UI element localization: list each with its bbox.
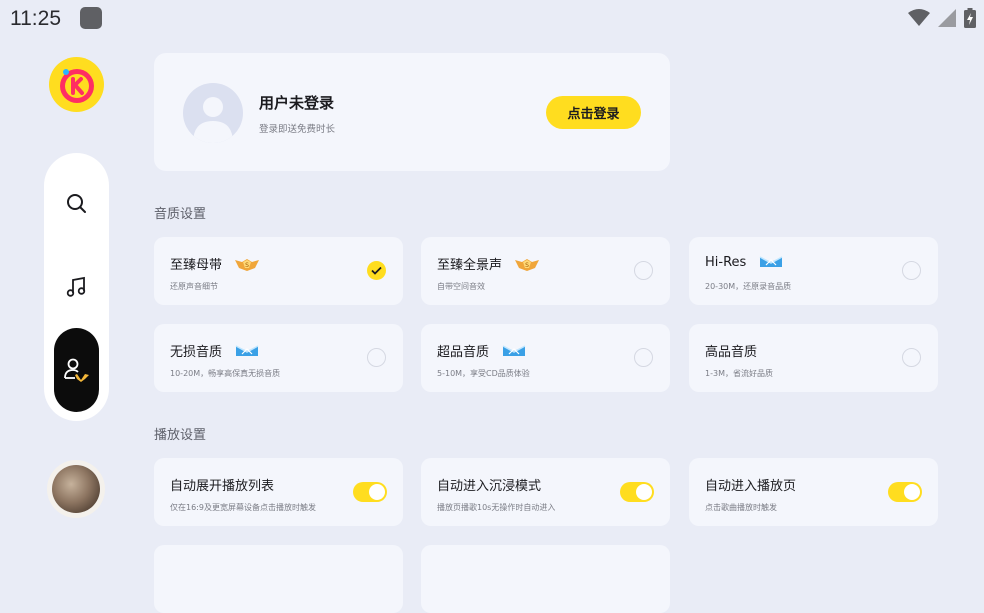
- toggle-knob: [369, 484, 385, 500]
- quality-option-desc: 10-20M，畅享高保真无损音质: [170, 369, 281, 378]
- app-logo[interactable]: [49, 57, 104, 112]
- quality-option-desc: 5-10M，享受CD品质体验: [437, 369, 530, 378]
- kugou-logo-icon: [59, 68, 94, 103]
- quality-option-name: Hi-Res: [705, 254, 747, 270]
- quality-option-desc: 自带空间音效: [437, 282, 485, 291]
- album-cover: [52, 465, 100, 513]
- vip-gold-badge-icon: S: [234, 256, 260, 272]
- quality-option-card[interactable]: 至臻全景声 S 自带空间音效: [421, 237, 670, 305]
- playback-option-desc: 仅在16:9及更宽屏幕设备点击播放时触发: [170, 503, 316, 512]
- user-name: 用户未登录: [259, 94, 335, 112]
- user-avatar[interactable]: [183, 83, 243, 143]
- toggle-switch[interactable]: [888, 482, 922, 502]
- toggle-switch[interactable]: [353, 482, 387, 502]
- option-card-partial[interactable]: [421, 545, 670, 613]
- profile-vip-icon: [63, 358, 89, 382]
- toggle-knob: [636, 484, 652, 500]
- playback-option-desc: 播放页播歌10s无操作时自动进入: [437, 503, 556, 512]
- login-button[interactable]: 点击登录: [546, 96, 641, 129]
- playback-option-name: 自动展开播放列表: [170, 479, 275, 494]
- quality-option-card[interactable]: 无损音质 10-20M，畅享高保真无损音质: [154, 324, 403, 392]
- quality-section-title: 音质设置: [154, 207, 207, 222]
- nav-music-button[interactable]: [54, 264, 99, 309]
- quality-option-desc: 20-30M，还原录音品质: [705, 282, 792, 291]
- quality-option-title-row: Hi-Res: [705, 254, 784, 270]
- vip-blue-badge-icon: [234, 343, 260, 359]
- status-time: 11:25: [10, 7, 61, 30]
- quality-option-name: 至臻母带: [170, 258, 223, 273]
- svg-text:S: S: [245, 262, 249, 269]
- toggle-knob: [904, 484, 920, 500]
- quality-option-desc: 1-3M，省流好品质: [705, 369, 773, 378]
- playback-option-card: 自动进入沉浸模式播放页播歌10s无操作时自动进入: [421, 458, 670, 526]
- svg-text:S: S: [525, 262, 529, 269]
- nav-rail: [44, 153, 109, 421]
- vip-blue-badge-icon: [758, 254, 784, 270]
- quality-option-title-row: 至臻母带 S: [170, 254, 260, 273]
- search-icon: [66, 193, 86, 213]
- playback-option-card: 自动展开播放列表仅在16:9及更宽屏幕设备点击播放时触发: [154, 458, 403, 526]
- signal-icon: [938, 9, 956, 27]
- radio-checked[interactable]: [367, 261, 386, 280]
- vip-gold-badge-icon: S: [514, 256, 540, 272]
- app-notification-icon: [80, 7, 102, 29]
- quality-option-desc: 还原声音细节: [170, 282, 218, 291]
- quality-option-card[interactable]: Hi-Res 20-30M，还原录音品质: [689, 237, 938, 305]
- quality-option-card[interactable]: 超品音质 5-10M，享受CD品质体验: [421, 324, 670, 392]
- vip-blue-badge-icon: [501, 343, 527, 359]
- radio-unchecked[interactable]: [902, 348, 921, 367]
- quality-option-card[interactable]: 至臻母带 S 还原声音细节: [154, 237, 403, 305]
- toggle-switch[interactable]: [620, 482, 654, 502]
- check-icon: [371, 266, 382, 275]
- quality-option-name: 至臻全景声: [437, 258, 503, 273]
- wifi-icon: [908, 9, 930, 26]
- music-note-icon: [66, 276, 85, 297]
- radio-unchecked[interactable]: [634, 261, 653, 280]
- default-avatar-icon: [193, 97, 233, 143]
- quality-option-name: 无损音质: [170, 345, 223, 360]
- quality-option-title-row: 无损音质: [170, 341, 260, 360]
- quality-option-title-row: 高品音质: [705, 341, 757, 360]
- quality-option-title-row: 超品音质: [437, 341, 527, 360]
- quality-option-name: 超品音质: [437, 345, 490, 360]
- option-card-partial[interactable]: [154, 545, 403, 613]
- radio-unchecked[interactable]: [634, 348, 653, 367]
- radio-unchecked[interactable]: [902, 261, 921, 280]
- quality-option-name: 高品音质: [705, 345, 758, 360]
- playback-option-name: 自动进入沉浸模式: [437, 479, 542, 494]
- radio-unchecked[interactable]: [367, 348, 386, 367]
- now-playing-avatar[interactable]: [47, 460, 105, 518]
- user-subtitle: 登录即送免费时长: [259, 124, 336, 135]
- quality-option-card[interactable]: 高品音质 1-3M，省流好品质: [689, 324, 938, 392]
- quality-option-title-row: 至臻全景声 S: [437, 254, 540, 273]
- status-bar: 11:25: [0, 0, 984, 36]
- playback-option-card: 自动进入播放页点击歌曲播放时触发: [689, 458, 938, 526]
- playback-option-name: 自动进入播放页: [705, 479, 797, 494]
- user-card: 用户未登录 登录即送免费时长 点击登录: [154, 53, 670, 171]
- playback-section-title: 播放设置: [154, 428, 207, 443]
- nav-profile-button[interactable]: [54, 328, 99, 412]
- playback-option-desc: 点击歌曲播放时触发: [705, 503, 777, 512]
- nav-search-button[interactable]: [54, 181, 99, 226]
- battery-charging-icon: [964, 8, 976, 28]
